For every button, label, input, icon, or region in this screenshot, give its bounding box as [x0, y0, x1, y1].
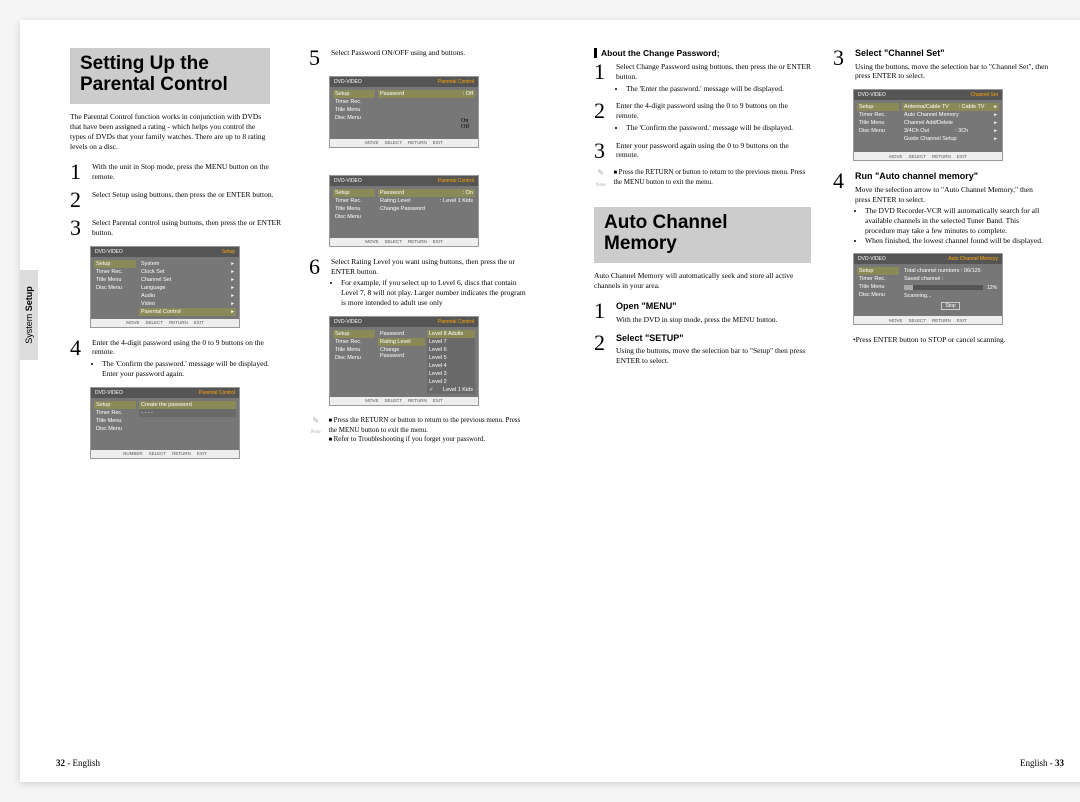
- note-icon: ✎Note: [594, 168, 607, 189]
- step-5: 5 Select Password ON/OFF using and butto…: [309, 48, 526, 68]
- step-4: 4 Enter the 4-digit password using the 0…: [70, 338, 287, 379]
- screenshot-setup: DVD-VIDEOSetup Setup Timer Rec. Title Me…: [90, 246, 240, 328]
- about-step-3: 3 Enter your password again using the 0 …: [594, 141, 811, 161]
- side-tab-left: System Setup: [20, 270, 38, 360]
- manual-spread: System Setup Setting Up the Parental Con…: [20, 20, 1080, 782]
- title-auto-channel: Auto Channel Memory: [594, 207, 811, 263]
- page-32: System Setup Setting Up the Parental Con…: [20, 20, 560, 782]
- note-left: ✎Note Press the RETURN or button to retu…: [309, 416, 526, 445]
- auto-step-4: 4 Run "Auto channel memory"Move the sele…: [833, 171, 1050, 245]
- note-about: ✎Note Press the RETURN or button to retu…: [594, 168, 811, 189]
- step-2: 2 Select Setup using buttons, then press…: [70, 190, 287, 210]
- page-number-right: English - 33: [1020, 758, 1064, 768]
- step-3: 3 Select Parental control using buttons,…: [70, 218, 287, 238]
- page-title: Setting Up the Parental Control: [80, 54, 260, 96]
- step-6: 6 Select Rating Level you want using but…: [309, 257, 526, 308]
- auto-intro: Auto Channel Memory will automatically s…: [594, 271, 811, 291]
- screenshot-channel-set: DVD-VIDEOChannel Set Setup Timer Rec. Ti…: [853, 89, 1003, 161]
- about-step-1: 1 Select Change Password using buttons, …: [594, 62, 811, 93]
- screenshot-parental-off: DVD-VIDEOParental Control Setup Timer Re…: [329, 76, 479, 148]
- page-33: System Setup About the Change Password; …: [560, 20, 1080, 782]
- auto-note: Press ENTER button to STOP or cancel sca…: [856, 335, 1006, 344]
- title-parental-control: Setting Up the Parental Control: [70, 48, 270, 104]
- about-change-password-heading: About the Change Password;: [594, 48, 811, 58]
- about-step-2: 2 Enter the 4-digit password using the 0…: [594, 101, 811, 132]
- auto-step-1: 1 Open "MENU"With the DVD in stop mode, …: [594, 301, 811, 324]
- screenshot-auto-channel-memory: DVD-VIDEOAuto Channel Memory Setup Timer…: [853, 253, 1003, 325]
- page-title: Auto Channel Memory: [604, 213, 801, 255]
- note-icon: ✎Note: [309, 416, 322, 445]
- intro-text: The Parental Control function works in c…: [70, 112, 270, 153]
- screenshot-create-password: DVD-VIDEOParental Control Setup Timer Re…: [90, 387, 240, 459]
- auto-step-2: 2 Select "SETUP"Using the buttons, move …: [594, 333, 811, 366]
- step-1: 1 With the unit in Stop mode, press the …: [70, 162, 287, 182]
- auto-step-3: 3 Select "Channel Set"Using the buttons,…: [833, 48, 1050, 81]
- page-number-left: 32 - English: [56, 758, 100, 768]
- stop-button: Stop: [941, 302, 959, 310]
- screenshot-rating-levels: DVD-VIDEOParental Control Setup Timer Re…: [329, 316, 479, 406]
- screenshot-parental-on: DVD-VIDEOParental Control Setup Timer Re…: [329, 175, 479, 247]
